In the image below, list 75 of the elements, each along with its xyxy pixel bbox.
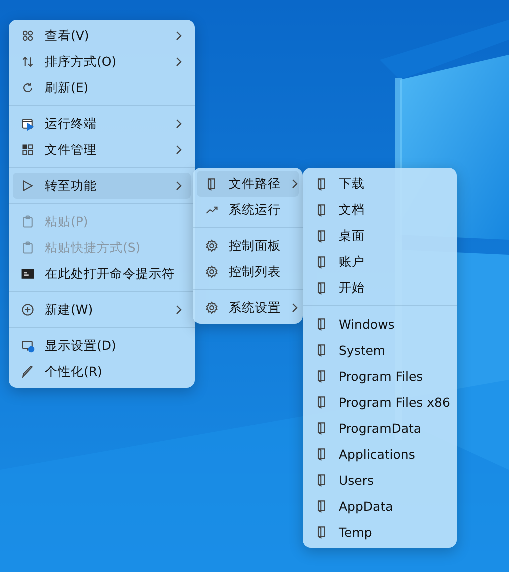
menu-label: 在此处打开命令提示符 <box>45 266 176 282</box>
menu-item[interactable]: 文档 <box>307 197 453 223</box>
menu-label: 新建(W) <box>45 302 94 318</box>
menu-label: 账户 <box>339 254 366 270</box>
menu-item[interactable]: 刷新(E) <box>13 75 191 101</box>
gear-icon <box>205 239 219 253</box>
menu-item[interactable]: Program Files <box>307 363 453 389</box>
menu-item[interactable]: Users <box>307 467 453 493</box>
menu-label: 文件路径 <box>229 176 281 192</box>
menu-item[interactable]: 显示设置(D) <box>13 333 191 359</box>
gear-icon <box>205 265 219 279</box>
menu-item[interactable]: 开始 <box>307 275 453 301</box>
menu-label: 运行终端 <box>45 116 98 132</box>
menu-label: 查看(V) <box>45 28 90 44</box>
monitor-icon <box>21 339 35 353</box>
menu-label: 转至功能 <box>45 178 98 194</box>
gear-icon <box>205 301 219 315</box>
menu-label: Temp <box>339 524 374 540</box>
console-icon <box>21 267 35 281</box>
menu-label: 粘贴(P) <box>45 214 90 230</box>
menu-item[interactable]: 系统运行 <box>197 197 299 223</box>
menu-label: 排序方式(O) <box>45 54 118 70</box>
menu-item[interactable]: 控制列表 <box>197 259 299 285</box>
pointer-icon <box>21 179 35 193</box>
clipboard-icon <box>21 215 35 229</box>
menu-label: Users <box>339 472 376 488</box>
menu-item[interactable]: 排序方式(O) <box>13 49 191 75</box>
menu-label: 显示设置(D) <box>45 338 118 354</box>
menu-item[interactable]: 文件路径 <box>197 171 299 197</box>
menu-item[interactable]: 下载 <box>307 171 453 197</box>
pen-icon <box>21 365 35 379</box>
menu-item[interactable]: 控制面板 <box>197 233 299 259</box>
apps-icon <box>21 143 35 157</box>
terminal-icon <box>21 117 35 131</box>
menu-label: Windows <box>339 316 396 332</box>
menu-item[interactable]: System <box>307 337 453 363</box>
grid-icon <box>21 29 35 43</box>
menu-item[interactable]: 桌面 <box>307 223 453 249</box>
menu-item[interactable]: Windows <box>307 311 453 337</box>
menu-item[interactable]: 文件管理 <box>13 137 191 163</box>
menu-label: 控制面板 <box>229 238 282 254</box>
clipboard-icon <box>21 241 35 255</box>
menu-label: 下载 <box>339 176 366 192</box>
menu-label: AppData <box>339 498 394 514</box>
menu-label: Program Files <box>339 368 424 384</box>
menu-label: Applications <box>339 446 416 462</box>
menu-label: 个性化(R) <box>45 364 104 380</box>
menu-label: 桌面 <box>339 228 366 244</box>
menu-label: Program Files x86 <box>339 394 450 410</box>
sort-icon <box>21 55 35 69</box>
refresh-icon <box>21 81 35 95</box>
menu-item[interactable]: AppData <box>307 493 453 519</box>
menu-label: 文档 <box>339 202 366 218</box>
menu-label: 系统运行 <box>229 202 282 218</box>
menu-item[interactable]: Applications <box>307 441 453 467</box>
menu-label: 控制列表 <box>229 264 282 280</box>
menu-item[interactable]: 转至功能 <box>13 173 191 199</box>
menu-item[interactable]: 查看(V) <box>13 23 191 49</box>
menu-label: System <box>339 342 387 358</box>
menu-item[interactable]: 在此处打开命令提示符 <box>13 261 191 287</box>
menu-label: 粘贴快捷方式(S) <box>45 240 142 256</box>
menu-label: ProgramData <box>339 420 423 436</box>
menu-label: 文件管理 <box>45 142 98 158</box>
menu-item[interactable]: 新建(W) <box>13 297 191 323</box>
menu-item[interactable]: 账户 <box>307 249 453 275</box>
menu-label: 开始 <box>339 280 366 296</box>
menu-label: 系统设置 <box>229 300 281 316</box>
plus-icon <box>21 303 35 317</box>
menu-item[interactable]: 运行终端 <box>13 111 191 137</box>
menu-item[interactable]: ProgramData <box>307 415 453 441</box>
menu-item[interactable]: 个性化(R) <box>13 359 191 385</box>
menu-item[interactable]: 系统设置 <box>197 295 299 321</box>
menu-label: 刷新(E) <box>45 80 90 96</box>
menu-item[interactable]: Temp <box>307 519 453 545</box>
menu-item[interactable]: Program Files x86 <box>307 389 453 415</box>
